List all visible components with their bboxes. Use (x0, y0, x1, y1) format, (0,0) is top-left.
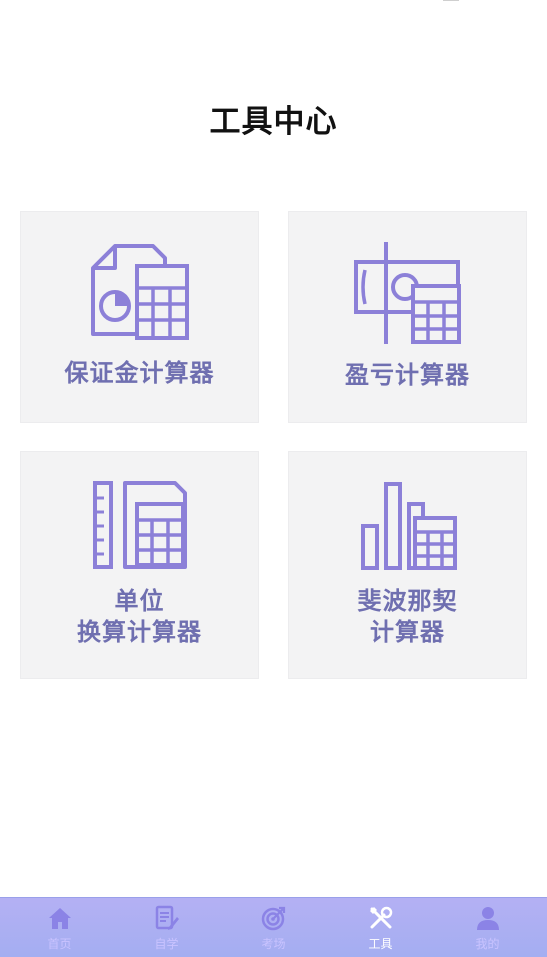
profit-loss-calculator-card[interactable]: 盈亏计算器 (288, 211, 527, 423)
tab-home[interactable]: 首页 (5, 898, 114, 957)
document-pie-calculator-icon (91, 244, 189, 340)
tool-label: 盈亏计算器 (345, 361, 470, 389)
user-icon (477, 907, 499, 930)
target-icon (261, 906, 286, 931)
tab-study[interactable]: 自学 (112, 898, 221, 957)
status-bar-remnant (443, 0, 503, 4)
tab-profile[interactable]: 我的 (433, 898, 542, 957)
tool-label: 单位 换算计算器 (77, 587, 202, 646)
tab-tools[interactable]: 工具 (326, 898, 435, 957)
tool-label: 斐波那契 计算器 (357, 587, 458, 646)
bar-chart-calculator-icon (361, 482, 457, 570)
tools-icon (370, 906, 393, 929)
ruler-calculator-icon (93, 481, 187, 569)
fibonacci-calculator-card[interactable]: 斐波那契 计算器 (288, 451, 527, 679)
bottom-tab-bar: 首页 自学 考场 工具 我的 (0, 897, 547, 957)
margin-calculator-card[interactable]: 保证金计算器 (20, 211, 259, 423)
page-title: 工具中心 (209, 104, 338, 140)
tab-exam[interactable]: 考场 (219, 898, 328, 957)
tool-label: 保证金计算器 (64, 359, 215, 387)
home-icon (49, 908, 71, 929)
study-notes-icon (155, 905, 179, 930)
banknote-calculator-icon (354, 242, 461, 344)
unit-conversion-calculator-card[interactable]: 单位 换算计算器 (20, 451, 259, 679)
